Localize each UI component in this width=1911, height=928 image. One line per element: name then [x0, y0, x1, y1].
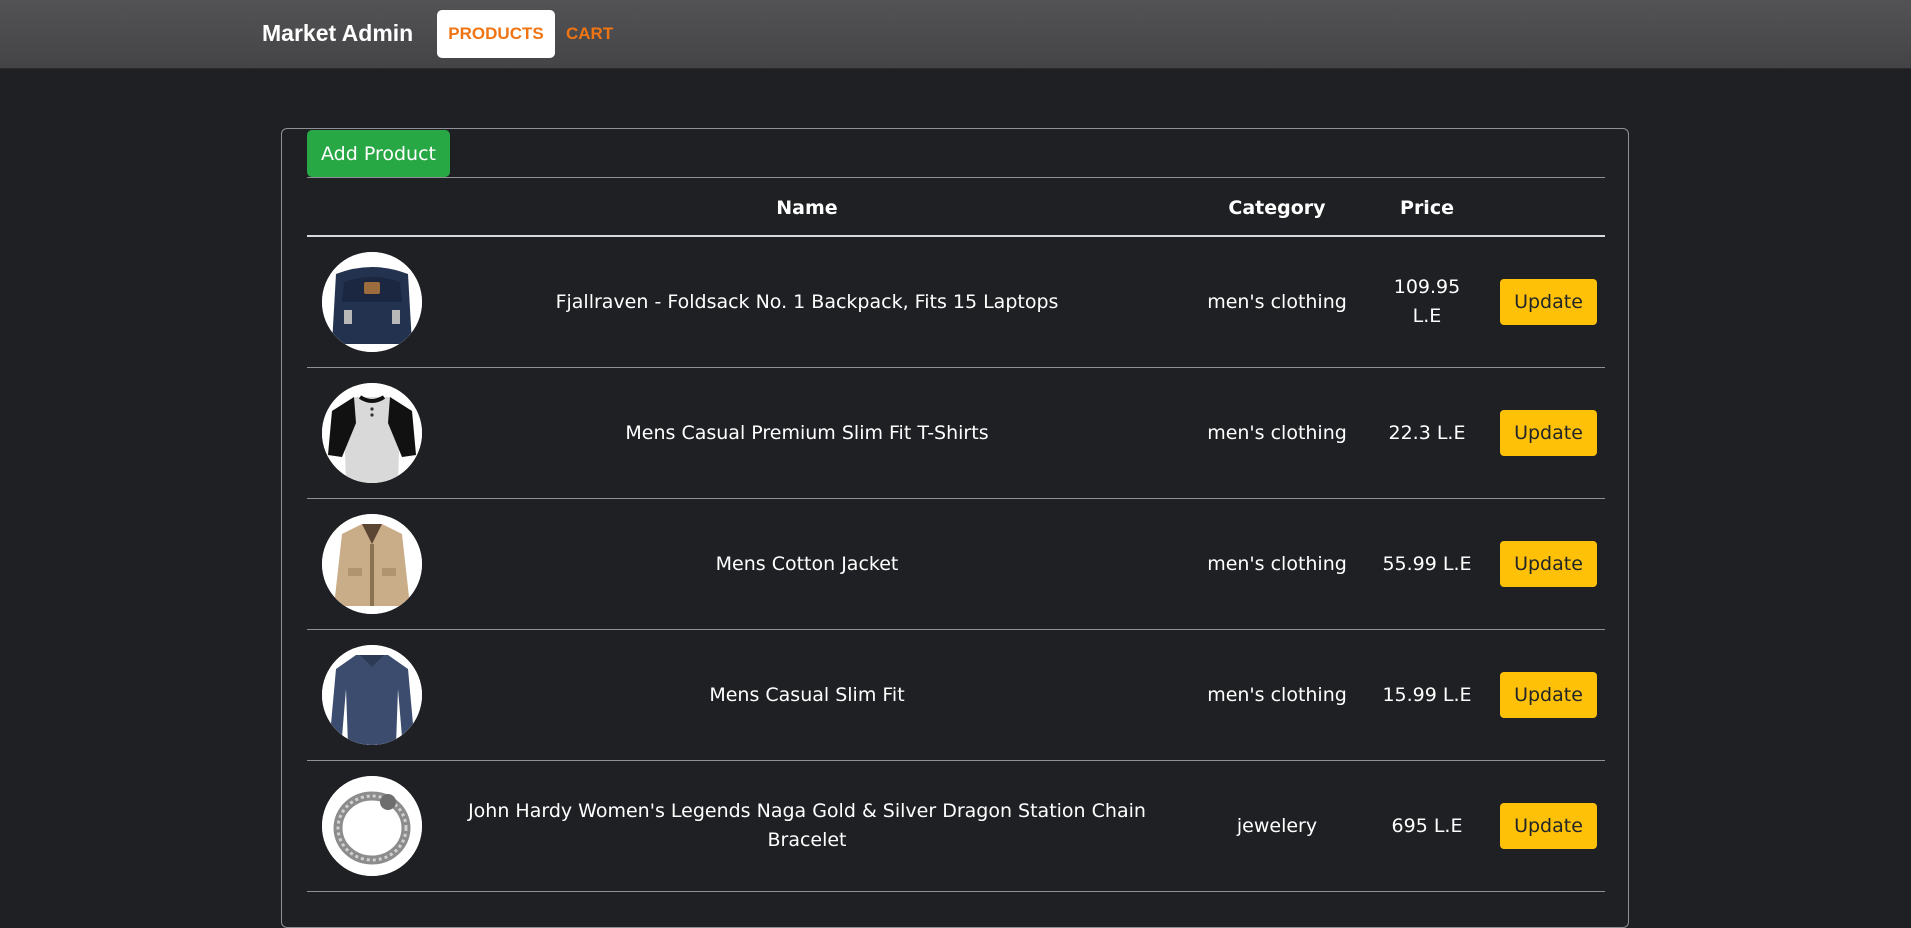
- row-actions: Update: [1492, 761, 1605, 891]
- table-row: Mens Cotton Jacket men's clothing 55.99 …: [307, 499, 1605, 630]
- table-row: Mens Casual Premium Slim Fit T-Shirts me…: [307, 368, 1605, 499]
- product-name: Fjallraven - Foldsack No. 1 Backpack, Fi…: [555, 290, 1059, 313]
- update-button[interactable]: Update: [1500, 803, 1597, 849]
- row-actions: Update: [1492, 237, 1605, 367]
- table-row: Mens Casual Slim Fit men's clothing 15.9…: [307, 630, 1605, 761]
- product-category: men's clothing: [1207, 552, 1347, 575]
- add-product-button[interactable]: Add Product: [307, 130, 450, 177]
- product-category: men's clothing: [1207, 683, 1347, 706]
- nav-link-products[interactable]: PRODUCTS: [437, 10, 555, 58]
- backpack-image: [322, 252, 422, 352]
- product-name: John Hardy Women's Legends Naga Gold & S…: [468, 800, 1146, 851]
- update-button[interactable]: Update: [1500, 279, 1597, 325]
- table-row: John Hardy Women's Legends Naga Gold & S…: [307, 761, 1605, 892]
- update-button[interactable]: Update: [1500, 541, 1597, 587]
- product-name: Mens Cotton Jacket: [715, 552, 899, 575]
- column-header-price: Price: [1400, 197, 1454, 219]
- product-price: 22.3 L.E: [1388, 421, 1466, 444]
- table-header: Name Category Price: [307, 177, 1605, 237]
- row-actions: Update: [1492, 368, 1605, 498]
- product-price: 695 L.E: [1391, 814, 1463, 837]
- row-actions: Update: [1492, 630, 1605, 760]
- column-header-category: Category: [1228, 197, 1326, 219]
- column-header-name: Name: [776, 197, 838, 219]
- product-name: Mens Casual Slim Fit: [709, 683, 905, 706]
- product-category: men's clothing: [1207, 290, 1347, 313]
- update-button[interactable]: Update: [1500, 410, 1597, 456]
- brand-title[interactable]: Market Admin: [262, 18, 413, 48]
- tshirt-image: [322, 383, 422, 483]
- product-category: jewelery: [1236, 814, 1318, 837]
- bracelet-image: [322, 776, 422, 876]
- product-price: 55.99 L.E: [1382, 552, 1472, 575]
- products-table: Name Category Price Fjallraven - Foldsac…: [307, 177, 1605, 892]
- jacket-image: [322, 514, 422, 614]
- product-category: men's clothing: [1207, 421, 1347, 444]
- nav-link-cart[interactable]: CART: [566, 10, 613, 58]
- longsleeve-image: [322, 645, 422, 745]
- update-button[interactable]: Update: [1500, 672, 1597, 718]
- row-actions: Update: [1492, 499, 1605, 629]
- product-price: 15.99 L.E: [1382, 683, 1472, 706]
- product-price: 109.95 L.E: [1393, 276, 1461, 327]
- product-name: Mens Casual Premium Slim Fit T-Shirts: [625, 421, 989, 444]
- table-row: Fjallraven - Foldsack No. 1 Backpack, Fi…: [307, 237, 1605, 368]
- top-navbar: Market Admin PRODUCTS CART: [0, 0, 1911, 68]
